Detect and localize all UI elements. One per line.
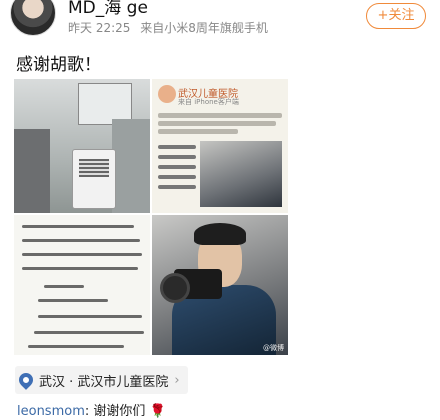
actor-inset-photo <box>200 141 282 207</box>
username[interactable]: MD_海 ge <box>68 0 148 18</box>
hospital-room-photo[interactable] <box>14 79 150 213</box>
comment-user[interactable]: leonsmom <box>17 404 85 419</box>
statement-handle: 来自 iPhone客户端 <box>178 98 239 106</box>
avatar[interactable] <box>10 0 56 36</box>
rose-emoji-icon: 🌹 <box>149 404 166 419</box>
watermark: @微博 <box>263 344 284 352</box>
bed-shape <box>14 129 50 213</box>
location-label: 武汉 · 武汉市儿童医院 <box>39 374 169 390</box>
comment: leonsmom: 谢谢你们 🌹 <box>17 404 166 419</box>
post-meta: 昨天 22:25 来自小米8周年旗舰手机 <box>68 19 274 36</box>
map-pin-icon <box>16 370 36 390</box>
hair-shape <box>194 223 246 245</box>
post-time: 昨天 22:25 <box>68 21 131 35</box>
shelf-shape <box>112 119 150 213</box>
post-source: 来自小米8周年旗舰手机 <box>140 21 268 35</box>
chevron-right-icon: › <box>174 372 180 388</box>
post-text: 感谢胡歌！ <box>16 55 101 75</box>
handwritten-letter-photo[interactable] <box>14 215 150 355</box>
comment-text: 谢谢你们 <box>93 404 146 419</box>
follow-button[interactable]: +关注 <box>366 3 426 29</box>
hospital-logo-icon <box>158 85 176 103</box>
camera-lens-icon <box>160 273 190 303</box>
post-header: MD_海 ge 昨天 22:25 来自小米8周年旗舰手机 +关注 <box>0 0 440 44</box>
image-grid: 武汉儿童医院 来自 iPhone客户端 @微博 <box>14 79 288 355</box>
statement-screenshot-photo[interactable]: 武汉儿童医院 来自 iPhone客户端 <box>152 79 288 213</box>
location-tag[interactable]: 武汉 · 武汉市儿童医院 › <box>15 366 188 394</box>
actor-camera-photo[interactable]: @微博 <box>152 215 288 355</box>
air-purifier-shape <box>72 149 116 209</box>
